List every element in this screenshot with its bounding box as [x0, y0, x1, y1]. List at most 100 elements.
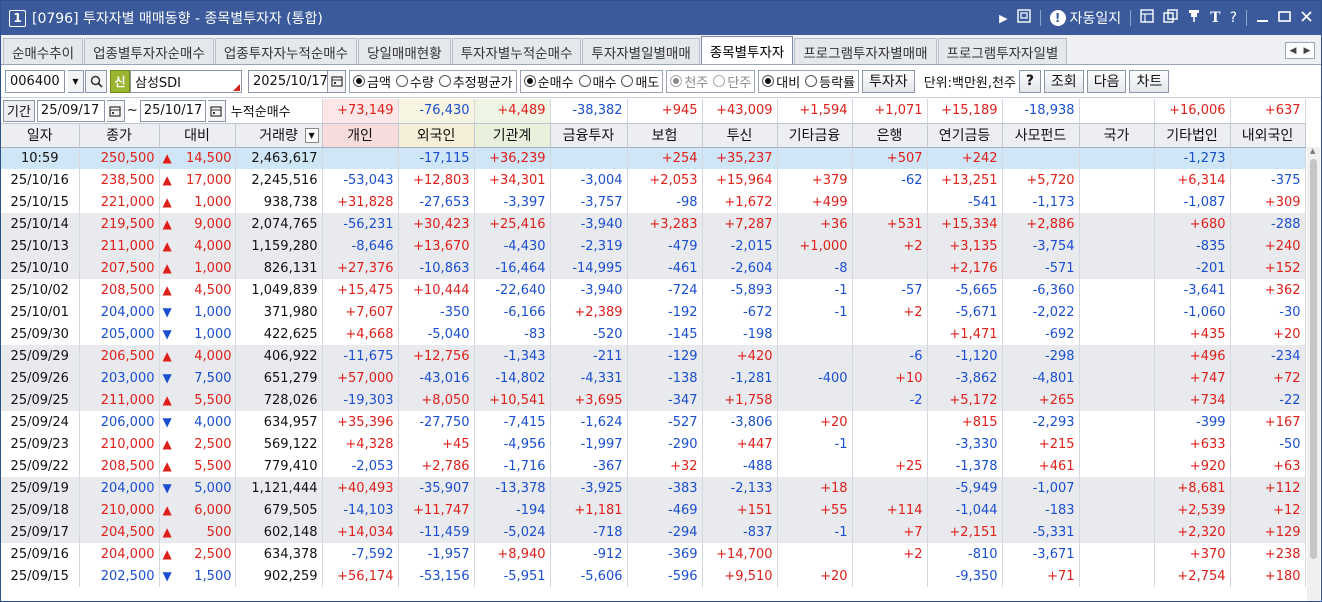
cell-institution: -5,951 [474, 565, 551, 587]
col-header-close[interactable]: 종가 [79, 123, 160, 148]
col-header-institution[interactable]: 기관계 [474, 123, 551, 148]
close-icon[interactable] [1300, 10, 1313, 27]
col-header-insurance[interactable]: 보험 [627, 123, 703, 148]
tab-daily-trading-status[interactable]: 당일매매현황 [358, 38, 451, 64]
tab-program-investor-trading[interactable]: 프로그램투자자별매매 [794, 38, 937, 64]
table-row[interactable]: 25/09/26 203,000 ▼ 7,500 651,279 +57,000 -43,0… [1, 367, 1306, 389]
radio-quantity[interactable]: 수량 [395, 72, 434, 91]
help-icon[interactable]: ? [1230, 10, 1237, 26]
info-icon: ! [1049, 10, 1066, 26]
date-input[interactable]: 2025/10/17 [248, 69, 328, 93]
calendar-icon[interactable] [106, 99, 125, 122]
table-row[interactable]: 25/09/30 205,000 ▼ 1,000 422,625 +4,668 -5,040… [1, 323, 1306, 345]
table-row[interactable]: 25/09/24 206,000 ▼ 4,000 634,957 +35,396 -27,7… [1, 411, 1306, 433]
auto-journal-button[interactable]: ! 자동일지 [1049, 8, 1121, 28]
screen-icon[interactable] [1016, 9, 1031, 27]
tab-net-buy-trend[interactable]: 순매수추이 [3, 38, 84, 64]
col-header-other-finance[interactable]: 기타금융 [777, 123, 853, 148]
table-row[interactable]: 25/10/15 221,000 ▲ 1,000 938,738 +31,828 -27,6… [1, 191, 1306, 213]
period-from-input[interactable]: 25/09/17 [36, 99, 105, 122]
radio-amount[interactable]: 금액 [353, 72, 391, 91]
cell-close: 206,500 [79, 345, 160, 367]
table-row[interactable]: 25/10/10 207,500 ▲ 1,000 826,131 +27,376 -10,8… [1, 257, 1306, 279]
tab-stock-investor[interactable]: 종목별투자자 [700, 36, 794, 64]
query-button[interactable]: 조회 [1043, 69, 1084, 93]
cell-bank: -2 [852, 389, 928, 411]
vertical-scrollbar[interactable]: ▲ [1307, 147, 1320, 601]
radio-change[interactable]: 대비 [762, 72, 800, 91]
cell-other-corp: +370 [1154, 543, 1231, 565]
scroll-up-icon[interactable]: ▲ [1310, 147, 1315, 155]
cell-other-finance: +1,000 [777, 235, 853, 257]
cell-foreign: +12,756 [398, 345, 475, 367]
col-header-financial-invest[interactable]: 금융투자 [550, 123, 628, 148]
window-copy-icon[interactable] [1163, 9, 1178, 27]
table-row[interactable]: 25/09/25 211,000 ▲ 5,500 728,026 -19,303 +8,05… [1, 389, 1306, 411]
radio-est-avg-price[interactable]: 추정평균가 [438, 72, 513, 91]
table-row[interactable]: 25/09/19 204,000 ▼ 5,000 1,121,444 +40,493 -35… [1, 477, 1306, 499]
col-header-individual[interactable]: 개인 [322, 123, 399, 148]
next-button[interactable]: 다음 [1086, 69, 1127, 93]
cell-other-corp: -1,087 [1154, 191, 1231, 213]
table-row[interactable]: 25/09/23 210,000 ▲ 2,500 569,122 +4,328 +45 -4,… [1, 433, 1306, 455]
cell-domestic-foreign: -30 [1230, 301, 1306, 323]
calendar-icon[interactable] [328, 69, 346, 93]
col-header-change[interactable]: 대비 [159, 123, 236, 148]
col-header-foreign[interactable]: 외국인 [398, 123, 475, 148]
cell-trust: -2,133 [702, 477, 778, 499]
table-row[interactable]: 25/09/29 206,500 ▲ 4,000 406,922 -11,675 +12,7… [1, 345, 1306, 367]
col-header-domestic-foreign[interactable]: 내외국인 [1230, 123, 1306, 148]
tab-scroll-right-icon[interactable]: ▶ [1300, 43, 1314, 58]
col-header-government[interactable]: 국가 [1079, 123, 1155, 148]
maximize-icon[interactable] [1278, 10, 1291, 27]
cell-institution: -4,956 [474, 433, 551, 455]
volume-dropdown-icon[interactable]: ▼ [304, 127, 319, 143]
table-row[interactable]: 25/10/13 211,000 ▲ 4,000 1,159,280 -8,646 +13,… [1, 235, 1306, 257]
tab-investor-daily-trading[interactable]: 투자자별일별매매 [582, 38, 700, 64]
play-icon[interactable]: ▶ [999, 12, 1007, 25]
table-row[interactable]: 25/09/17 204,500 ▲ 500 602,148 +14,034 -11,459… [1, 521, 1306, 543]
col-header-volume[interactable]: 거래량 ▼ [235, 123, 323, 148]
text-size-icon[interactable]: T [1210, 10, 1220, 26]
stock-name-field[interactable]: 삼성SDI [130, 69, 242, 93]
calendar-icon[interactable] [207, 99, 226, 122]
cell-domestic-foreign: +129 [1230, 521, 1306, 543]
cell-private-fund [1002, 147, 1080, 169]
investor-button[interactable]: 투자자 [862, 69, 915, 93]
tab-scroll-left-icon[interactable]: ◀ [1286, 43, 1300, 58]
radio-sell[interactable]: 매도 [621, 72, 659, 91]
window-tile-icon[interactable] [1140, 9, 1154, 27]
stock-code-input[interactable]: 006400 [5, 69, 65, 93]
radio-buy[interactable]: 매수 [578, 72, 616, 91]
table-row[interactable]: 10:59 250,500 ▲ 14,500 2,463,617 -17,115 +36,2… [1, 147, 1306, 169]
cell-volume: 1,159,280 [235, 235, 323, 257]
col-header-trust[interactable]: 투신 [702, 123, 778, 148]
search-icon[interactable] [85, 69, 107, 93]
table-row[interactable]: 25/10/01 204,000 ▼ 1,000 371,980 +7,607 -350 -6… [1, 301, 1306, 323]
scrollbar-thumb[interactable] [1310, 159, 1317, 559]
col-header-private-fund[interactable]: 사모펀드 [1002, 123, 1080, 148]
radio-change-rate[interactable]: 등락률 [805, 72, 855, 91]
table-row[interactable]: 25/09/15 202,500 ▼ 1,500 902,259 +56,174 -53,1… [1, 565, 1306, 587]
tab-sector-investor-cumulative[interactable]: 업종투자자누적순매수 [214, 38, 358, 64]
col-header-bank[interactable]: 은행 [852, 123, 928, 148]
minimize-icon[interactable] [1256, 10, 1269, 27]
col-header-date[interactable]: 일자 [1, 123, 80, 148]
table-row[interactable]: 25/09/22 208,500 ▲ 5,500 779,410 -2,053 +2,786… [1, 455, 1306, 477]
pin-icon[interactable] [1187, 9, 1201, 27]
tab-investor-cumulative-net-buy[interactable]: 투자자별누적순매수 [451, 38, 582, 64]
period-to-input[interactable]: 25/10/17 [139, 99, 206, 122]
table-row[interactable]: 25/10/14 219,500 ▲ 9,000 2,074,765 -56,231 +30… [1, 213, 1306, 235]
table-row[interactable]: 25/10/02 208,500 ▲ 4,500 1,049,839 +15,475 +10… [1, 279, 1306, 301]
code-dropdown-icon[interactable]: ▼ [68, 69, 84, 93]
table-row[interactable]: 25/10/16 238,500 ▲ 17,000 2,245,516 -53,043 +1… [1, 169, 1306, 191]
col-header-pension[interactable]: 연기금등 [927, 123, 1003, 148]
table-row[interactable]: 25/09/16 204,000 ▲ 2,500 634,378 -7,592 -1,957… [1, 543, 1306, 565]
radio-net-buy[interactable]: 순매수 [523, 72, 574, 91]
table-row[interactable]: 25/09/18 210,000 ▲ 6,000 679,505 -14,103 +11,7… [1, 499, 1306, 521]
tab-program-investor-daily[interactable]: 프로그램투자자일별 [937, 38, 1068, 64]
col-header-other-corp[interactable]: 기타법인 [1154, 123, 1231, 148]
tab-sector-investor-net-buy[interactable]: 업종별투자자순매수 [84, 38, 214, 64]
help-button[interactable]: ? [1018, 69, 1041, 93]
chart-button[interactable]: 차트 [1129, 69, 1170, 93]
